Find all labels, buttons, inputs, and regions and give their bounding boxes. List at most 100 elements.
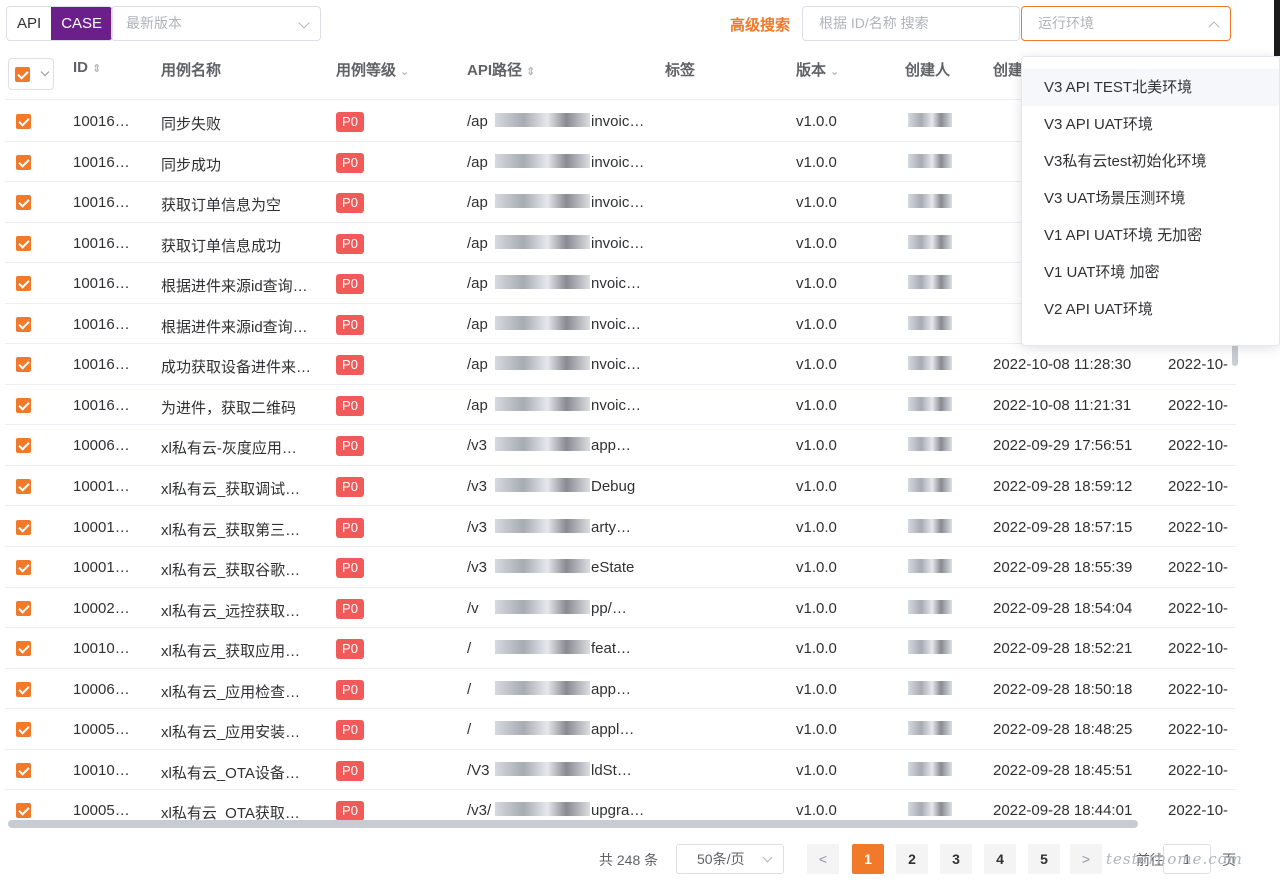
table-row[interactable]: 10006… xl私有云_应用检查… P0 / app… v1.0.0 2022-09-28… [5, 669, 1236, 710]
page-size-select[interactable]: 50条/页 [676, 844, 784, 874]
case-name[interactable]: 为进件，获取二维码 [161, 397, 321, 418]
tab-case[interactable]: CASE [51, 7, 113, 40]
row-checkbox[interactable] [16, 560, 31, 576]
next-page-button[interactable]: > [1070, 844, 1102, 874]
level-badge: P0 [336, 152, 364, 173]
level-badge: P0 [336, 679, 364, 700]
redacted-path [495, 761, 590, 776]
chevron-down-icon: ⌄ [830, 66, 840, 78]
header-api-path[interactable]: API路径 ⇕ [467, 59, 535, 80]
row-checkbox[interactable] [16, 519, 31, 535]
redacted-creator [908, 275, 952, 290]
table-row[interactable]: 10001… xl私有云_获取谷歌… P0/v3 eState v1.0.0 2022-0… [5, 547, 1236, 588]
header-id[interactable]: ID ⇕ [73, 59, 101, 76]
case-name[interactable]: xl私有云_应用安装… [161, 721, 321, 742]
case-name[interactable]: xl私有云_应用检查… [161, 681, 321, 702]
env-option[interactable]: V3 API UAT环境 [1022, 106, 1279, 143]
table-row[interactable]: 10005… xl私有云_应用安装… P0 / appl… v1.0.0 2022-09-2… [5, 709, 1236, 750]
level-badge: P0 [336, 598, 364, 619]
case-name[interactable]: xl私有云_远控获取… [161, 600, 321, 621]
api-path-end: nvoic… [591, 396, 642, 414]
env-option[interactable]: V1 UAT环境 加密 [1022, 254, 1279, 291]
table-row[interactable]: 10001… xl私有云_获取调试… P0/v3 Debug v1.0.0 2022-09… [5, 466, 1236, 507]
level-badge: P0 [336, 760, 364, 781]
sort-icon[interactable]: ⇕ [92, 63, 101, 75]
table-row[interactable]: 10016… 为进件，获取二维码 P0/ap nvoic… v1.0.0 2022-10-… [5, 385, 1236, 426]
row-checkbox[interactable] [16, 762, 31, 778]
row-checkbox[interactable] [16, 641, 31, 657]
row-checkbox[interactable] [16, 600, 31, 616]
table-row[interactable]: 10010… xl私有云_获取应用… P0 / feat… v1.0.0 2022-09-2… [5, 628, 1236, 669]
chevron-down-icon [298, 17, 310, 29]
case-name[interactable]: xl私有云-灰度应用… [161, 437, 321, 458]
env-option[interactable]: V3 UAT场景压测环境 [1022, 180, 1279, 217]
row-checkbox[interactable] [16, 438, 31, 454]
row-checkbox[interactable] [16, 478, 31, 494]
api-path-start: /ap [467, 153, 488, 171]
advanced-search-link[interactable]: 高级搜索 [730, 14, 790, 35]
prev-page-button[interactable]: < [807, 844, 839, 874]
redacted-path [495, 234, 590, 249]
table-row[interactable]: 10001… xl私有云_获取第三… P0/v3 arty… v1.0.0 2022-09… [5, 507, 1236, 547]
updated-at: 2022-10- [1168, 802, 1229, 820]
case-name[interactable]: 获取订单信息为空 [161, 194, 321, 215]
row-checkbox[interactable] [16, 114, 31, 129]
row-checkbox[interactable] [16, 276, 31, 292]
case-id: 10005… [73, 721, 130, 739]
row-checkbox[interactable] [16, 803, 31, 819]
version-value: v1.0.0 [796, 153, 837, 171]
page-button[interactable]: 2 [896, 844, 928, 874]
version-value: v1.0.0 [796, 315, 837, 333]
page-button[interactable]: 5 [1028, 844, 1060, 874]
case-name[interactable]: 成功获取设备进件来… [161, 356, 321, 377]
page-button[interactable]: 1 [852, 844, 884, 874]
env-option[interactable]: V1 API UAT环境 无加密 [1022, 217, 1279, 254]
row-checkbox[interactable] [16, 235, 31, 251]
row-checkbox[interactable] [16, 397, 31, 413]
table-row[interactable]: 10006… xl私有云-灰度应用… P0/v3 app… v1.0.0 2022-09-… [5, 425, 1236, 466]
sort-icon[interactable]: ⇕ [526, 66, 535, 78]
version-value: v1.0.0 [796, 275, 837, 293]
updated-at: 2022-10- [1168, 559, 1229, 577]
env-option[interactable]: V3 API TEST北美环境 [1022, 69, 1279, 106]
api-path-end: invoic… [591, 153, 645, 171]
case-name[interactable]: 根据进件来源id查询… [161, 275, 321, 296]
header-version[interactable]: 版本 ⌄ [796, 59, 839, 80]
table-row[interactable]: 10010… xl私有云_OTA设备… P0/V3 ldSt… v1.0.0 2022-0… [5, 750, 1236, 791]
row-checkbox[interactable] [16, 195, 31, 211]
page-button[interactable]: 3 [940, 844, 972, 874]
case-name[interactable]: 根据进件来源id查询… [161, 316, 321, 337]
env-select[interactable]: 运行环境 [1021, 6, 1231, 41]
row-checkbox[interactable] [16, 681, 31, 697]
select-all-dropdown[interactable] [8, 58, 54, 90]
case-id: 10005… [73, 802, 130, 820]
row-checkbox[interactable] [16, 154, 31, 170]
page-button[interactable]: 4 [984, 844, 1016, 874]
case-id: 10016… [73, 153, 130, 171]
horizontal-scrollbar[interactable] [8, 820, 1138, 828]
row-checkbox[interactable] [16, 316, 31, 332]
select-all-checkbox[interactable] [15, 67, 30, 82]
case-name[interactable]: 同步失败 [161, 113, 321, 134]
version-select[interactable]: 最新版本 [111, 6, 321, 41]
case-name[interactable]: xl私有云_获取应用… [161, 640, 321, 661]
case-name[interactable]: xl私有云_获取谷歌… [161, 559, 321, 580]
tab-api[interactable]: API [7, 7, 52, 40]
row-checkbox[interactable] [16, 357, 31, 373]
case-name[interactable]: xl私有云_获取调试… [161, 478, 321, 499]
env-option[interactable]: V3私有云test初始化环境 [1022, 143, 1279, 180]
env-option[interactable]: V2 API UAT环境 [1022, 291, 1279, 328]
row-checkbox[interactable] [16, 722, 31, 738]
case-name[interactable]: 获取订单信息成功 [161, 235, 321, 256]
search-input[interactable]: 根据 ID/名称 搜索 [802, 6, 1020, 41]
api-path-end: upgra… [591, 802, 645, 820]
case-name[interactable]: xl私有云_获取第三… [161, 519, 321, 540]
case-name[interactable]: 同步成功 [161, 154, 321, 175]
case-name[interactable]: xl私有云_OTA设备… [161, 762, 321, 783]
table-row[interactable]: 10016… 成功获取设备进件来… P0/ap nvoic… v1.0.0 2022-10… [5, 344, 1236, 385]
redacted-path [495, 356, 590, 371]
table-row[interactable]: 10002… xl私有云_远控获取… P0/v pp/… v1.0.0 2022-09-2… [5, 588, 1236, 629]
header-level[interactable]: 用例等级 ⌄ [336, 59, 409, 80]
api-path-end: invoic… [591, 234, 645, 252]
created-at: 2022-09-28 18:45:51 [993, 761, 1133, 779]
